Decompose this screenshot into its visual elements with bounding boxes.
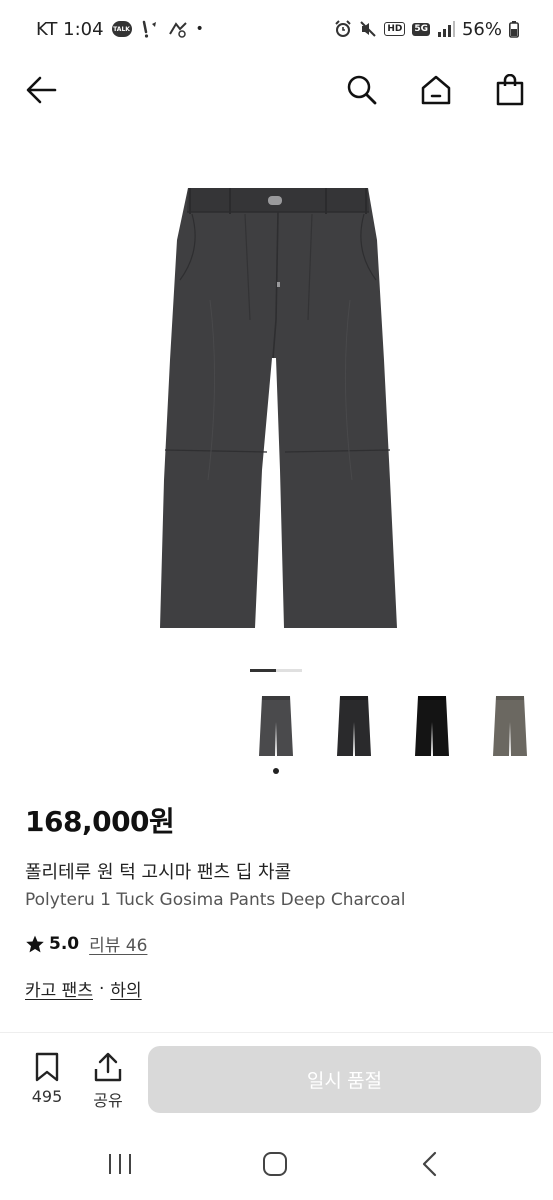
top-navigation xyxy=(0,60,553,118)
back-system-button[interactable] xyxy=(410,1146,450,1182)
share-label: 공유 xyxy=(93,1091,123,1110)
battery-icon xyxy=(509,20,519,38)
carrier-time: KT 1:04 xyxy=(36,18,104,40)
kakaotalk-icon: TALK xyxy=(111,21,132,37)
pager-indicator xyxy=(276,669,302,672)
home-square-icon xyxy=(263,1152,287,1176)
thumbnail-olive-gray[interactable] xyxy=(474,690,546,762)
star-icon xyxy=(26,935,44,952)
network-5g-icon: 5G xyxy=(412,22,430,36)
color-thumbnails xyxy=(240,690,553,780)
selected-thumbnail-dot xyxy=(273,768,279,774)
arrow-left-icon xyxy=(26,76,57,104)
home-icon xyxy=(421,75,451,105)
hd-voice-icon: HD xyxy=(384,22,406,36)
mute-icon xyxy=(359,20,377,38)
product-name-korean: 폴리테루 원 턱 고시마 팬츠 딥 차콜 xyxy=(25,862,292,883)
sold-out-button[interactable]: 일시 품절 xyxy=(148,1046,541,1113)
product-main-image[interactable] xyxy=(150,180,410,640)
thumbnail-deep-black[interactable] xyxy=(396,690,468,762)
alarm-icon xyxy=(334,20,352,38)
system-navigation-bar xyxy=(0,1130,553,1200)
bookmark-icon xyxy=(35,1052,59,1082)
category-separator: · xyxy=(98,978,105,999)
status-dot: • xyxy=(195,21,204,37)
share-icon xyxy=(94,1052,122,1082)
pager-indicator-active xyxy=(250,669,276,672)
back-button[interactable] xyxy=(20,68,64,112)
notification-alert-icon xyxy=(140,20,160,38)
signal-icon xyxy=(437,21,455,37)
rating-row: 5.0 리뷰 46 xyxy=(25,931,147,956)
bottom-action-bar: 495 공유 일시 품절 xyxy=(0,1040,553,1120)
product-price: 168,000원 xyxy=(25,805,175,838)
home-system-button[interactable] xyxy=(255,1146,295,1182)
review-count-link[interactable]: 리뷰 46 xyxy=(89,931,147,956)
cart-button[interactable] xyxy=(488,68,532,112)
save-button[interactable]: 495 xyxy=(25,1052,69,1106)
chevron-left-icon xyxy=(422,1151,437,1177)
thumbnail-black[interactable] xyxy=(318,690,390,762)
image-pager xyxy=(250,669,302,672)
recent-apps-button[interactable] xyxy=(100,1146,140,1182)
home-button[interactable] xyxy=(414,68,458,112)
search-button[interactable] xyxy=(340,68,384,112)
status-bar: KT 1:04 TALK • HD 5G 56% xyxy=(0,0,553,58)
product-name-english: Polyteru 1 Tuck Gosima Pants Deep Charco… xyxy=(25,890,406,910)
category-link-bottoms[interactable]: 하의 xyxy=(110,976,141,1001)
category-link-cargo-pants[interactable]: 카고 팬츠 xyxy=(25,976,93,1001)
thumbnail-charcoal-gray[interactable] xyxy=(240,690,312,762)
rating-score: 5.0 xyxy=(49,933,80,954)
category-breadcrumb: 카고 팬츠 · 하의 xyxy=(25,976,142,1002)
recent-apps-icon xyxy=(109,1154,131,1174)
save-count: 495 xyxy=(31,1087,63,1106)
search-icon xyxy=(347,75,377,105)
share-button[interactable]: 공유 xyxy=(86,1052,130,1111)
battery-percent: 56% xyxy=(461,18,502,40)
section-divider xyxy=(0,1032,553,1033)
handshake-icon xyxy=(168,20,188,38)
shopping-bag-icon xyxy=(496,74,524,106)
